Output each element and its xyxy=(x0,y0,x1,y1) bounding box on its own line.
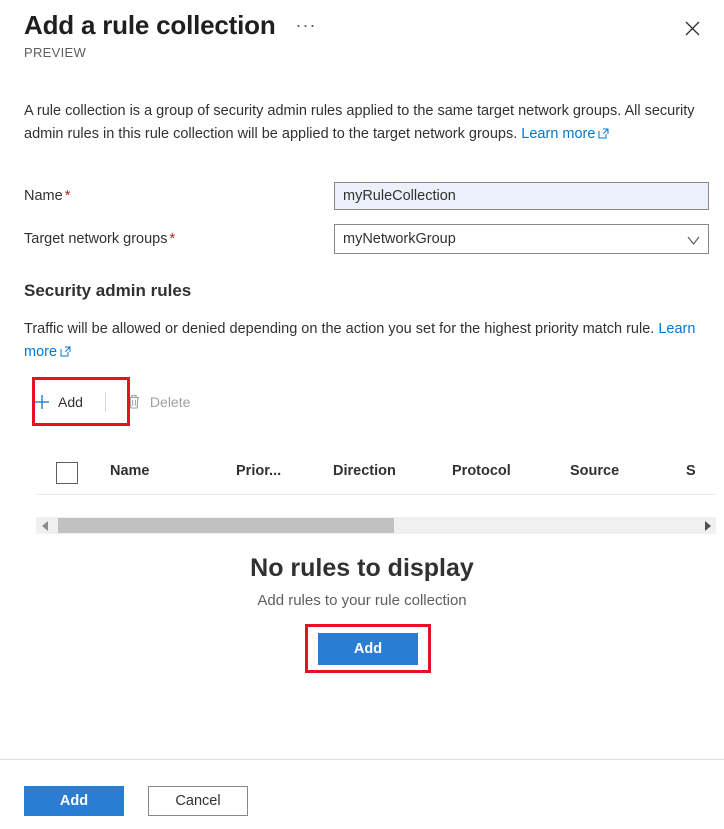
required-asterisk: * xyxy=(169,231,176,247)
footer-divider xyxy=(0,759,724,760)
select-all-checkbox[interactable] xyxy=(56,462,78,484)
section-description: Traffic will be allowed or denied depend… xyxy=(24,318,712,365)
toolbar-separator xyxy=(104,392,106,412)
scrollbar-track[interactable] xyxy=(53,517,699,534)
more-options-button[interactable]: ··· xyxy=(292,16,321,34)
grid-horizontal-scrollbar[interactable] xyxy=(36,517,716,534)
target-network-groups-field-row: Target network groups * myNetworkGroup xyxy=(24,224,714,254)
empty-state-subtitle: Add rules to your rule collection xyxy=(257,592,467,609)
column-header-priority[interactable]: Prior... xyxy=(236,463,281,479)
name-input[interactable] xyxy=(334,182,709,210)
delete-rule-toolbar-button[interactable]: Delete xyxy=(116,386,202,418)
close-icon[interactable] xyxy=(678,14,706,42)
blade-header: Add a rule collection ··· PREVIEW xyxy=(0,0,724,82)
target-network-groups-label: Target network groups * xyxy=(24,231,334,247)
arrow-left-icon[interactable] xyxy=(36,517,53,534)
column-header-source-ports[interactable]: S xyxy=(686,463,696,479)
empty-state-title: No rules to display xyxy=(250,554,474,582)
name-field-row: Name * xyxy=(24,181,714,211)
trash-icon xyxy=(126,394,142,410)
blade-footer: Add Cancel xyxy=(24,786,248,816)
target-network-groups-select[interactable]: myNetworkGroup xyxy=(334,224,709,254)
target-network-groups-label-text: Target network groups xyxy=(24,231,168,247)
rules-toolbar: Add Delete xyxy=(24,385,202,419)
rules-grid-header: Name Prior... Direction Protocol Source … xyxy=(36,452,716,495)
name-label-text: Name xyxy=(24,188,63,204)
preview-badge: PREVIEW xyxy=(24,45,87,60)
delete-rule-toolbar-label: Delete xyxy=(149,394,191,410)
empty-state-add-button[interactable]: Add xyxy=(318,633,418,665)
column-header-name[interactable]: Name xyxy=(110,463,150,479)
rules-grid: Name Prior... Direction Protocol Source … xyxy=(36,452,716,495)
learn-more-link[interactable]: Learn more xyxy=(521,126,595,142)
blade-description: A rule collection is a group of security… xyxy=(24,100,714,147)
required-asterisk: * xyxy=(64,188,71,204)
column-header-source[interactable]: Source xyxy=(570,463,619,479)
column-header-protocol[interactable]: Protocol xyxy=(452,463,511,479)
add-rule-toolbar-button[interactable]: Add xyxy=(24,386,95,418)
page-title: Add a rule collection xyxy=(24,10,276,40)
name-label: Name * xyxy=(24,188,334,204)
add-button[interactable]: Add xyxy=(24,786,124,816)
scrollbar-thumb[interactable] xyxy=(58,518,394,533)
target-network-groups-select-wrap: myNetworkGroup xyxy=(334,224,709,254)
external-link-icon xyxy=(598,124,609,147)
column-header-direction[interactable]: Direction xyxy=(333,463,396,479)
plus-icon xyxy=(34,394,50,410)
arrow-right-icon[interactable] xyxy=(699,517,716,534)
add-rule-toolbar-label: Add xyxy=(58,394,83,410)
section-description-text: Traffic will be allowed or denied depend… xyxy=(24,321,659,337)
external-link-icon xyxy=(60,342,71,365)
section-title: Security admin rules xyxy=(24,281,192,300)
title-row: Add a rule collection ··· xyxy=(24,8,321,42)
empty-state: No rules to display Add rules to your ru… xyxy=(0,552,724,665)
cancel-button[interactable]: Cancel xyxy=(148,786,248,816)
